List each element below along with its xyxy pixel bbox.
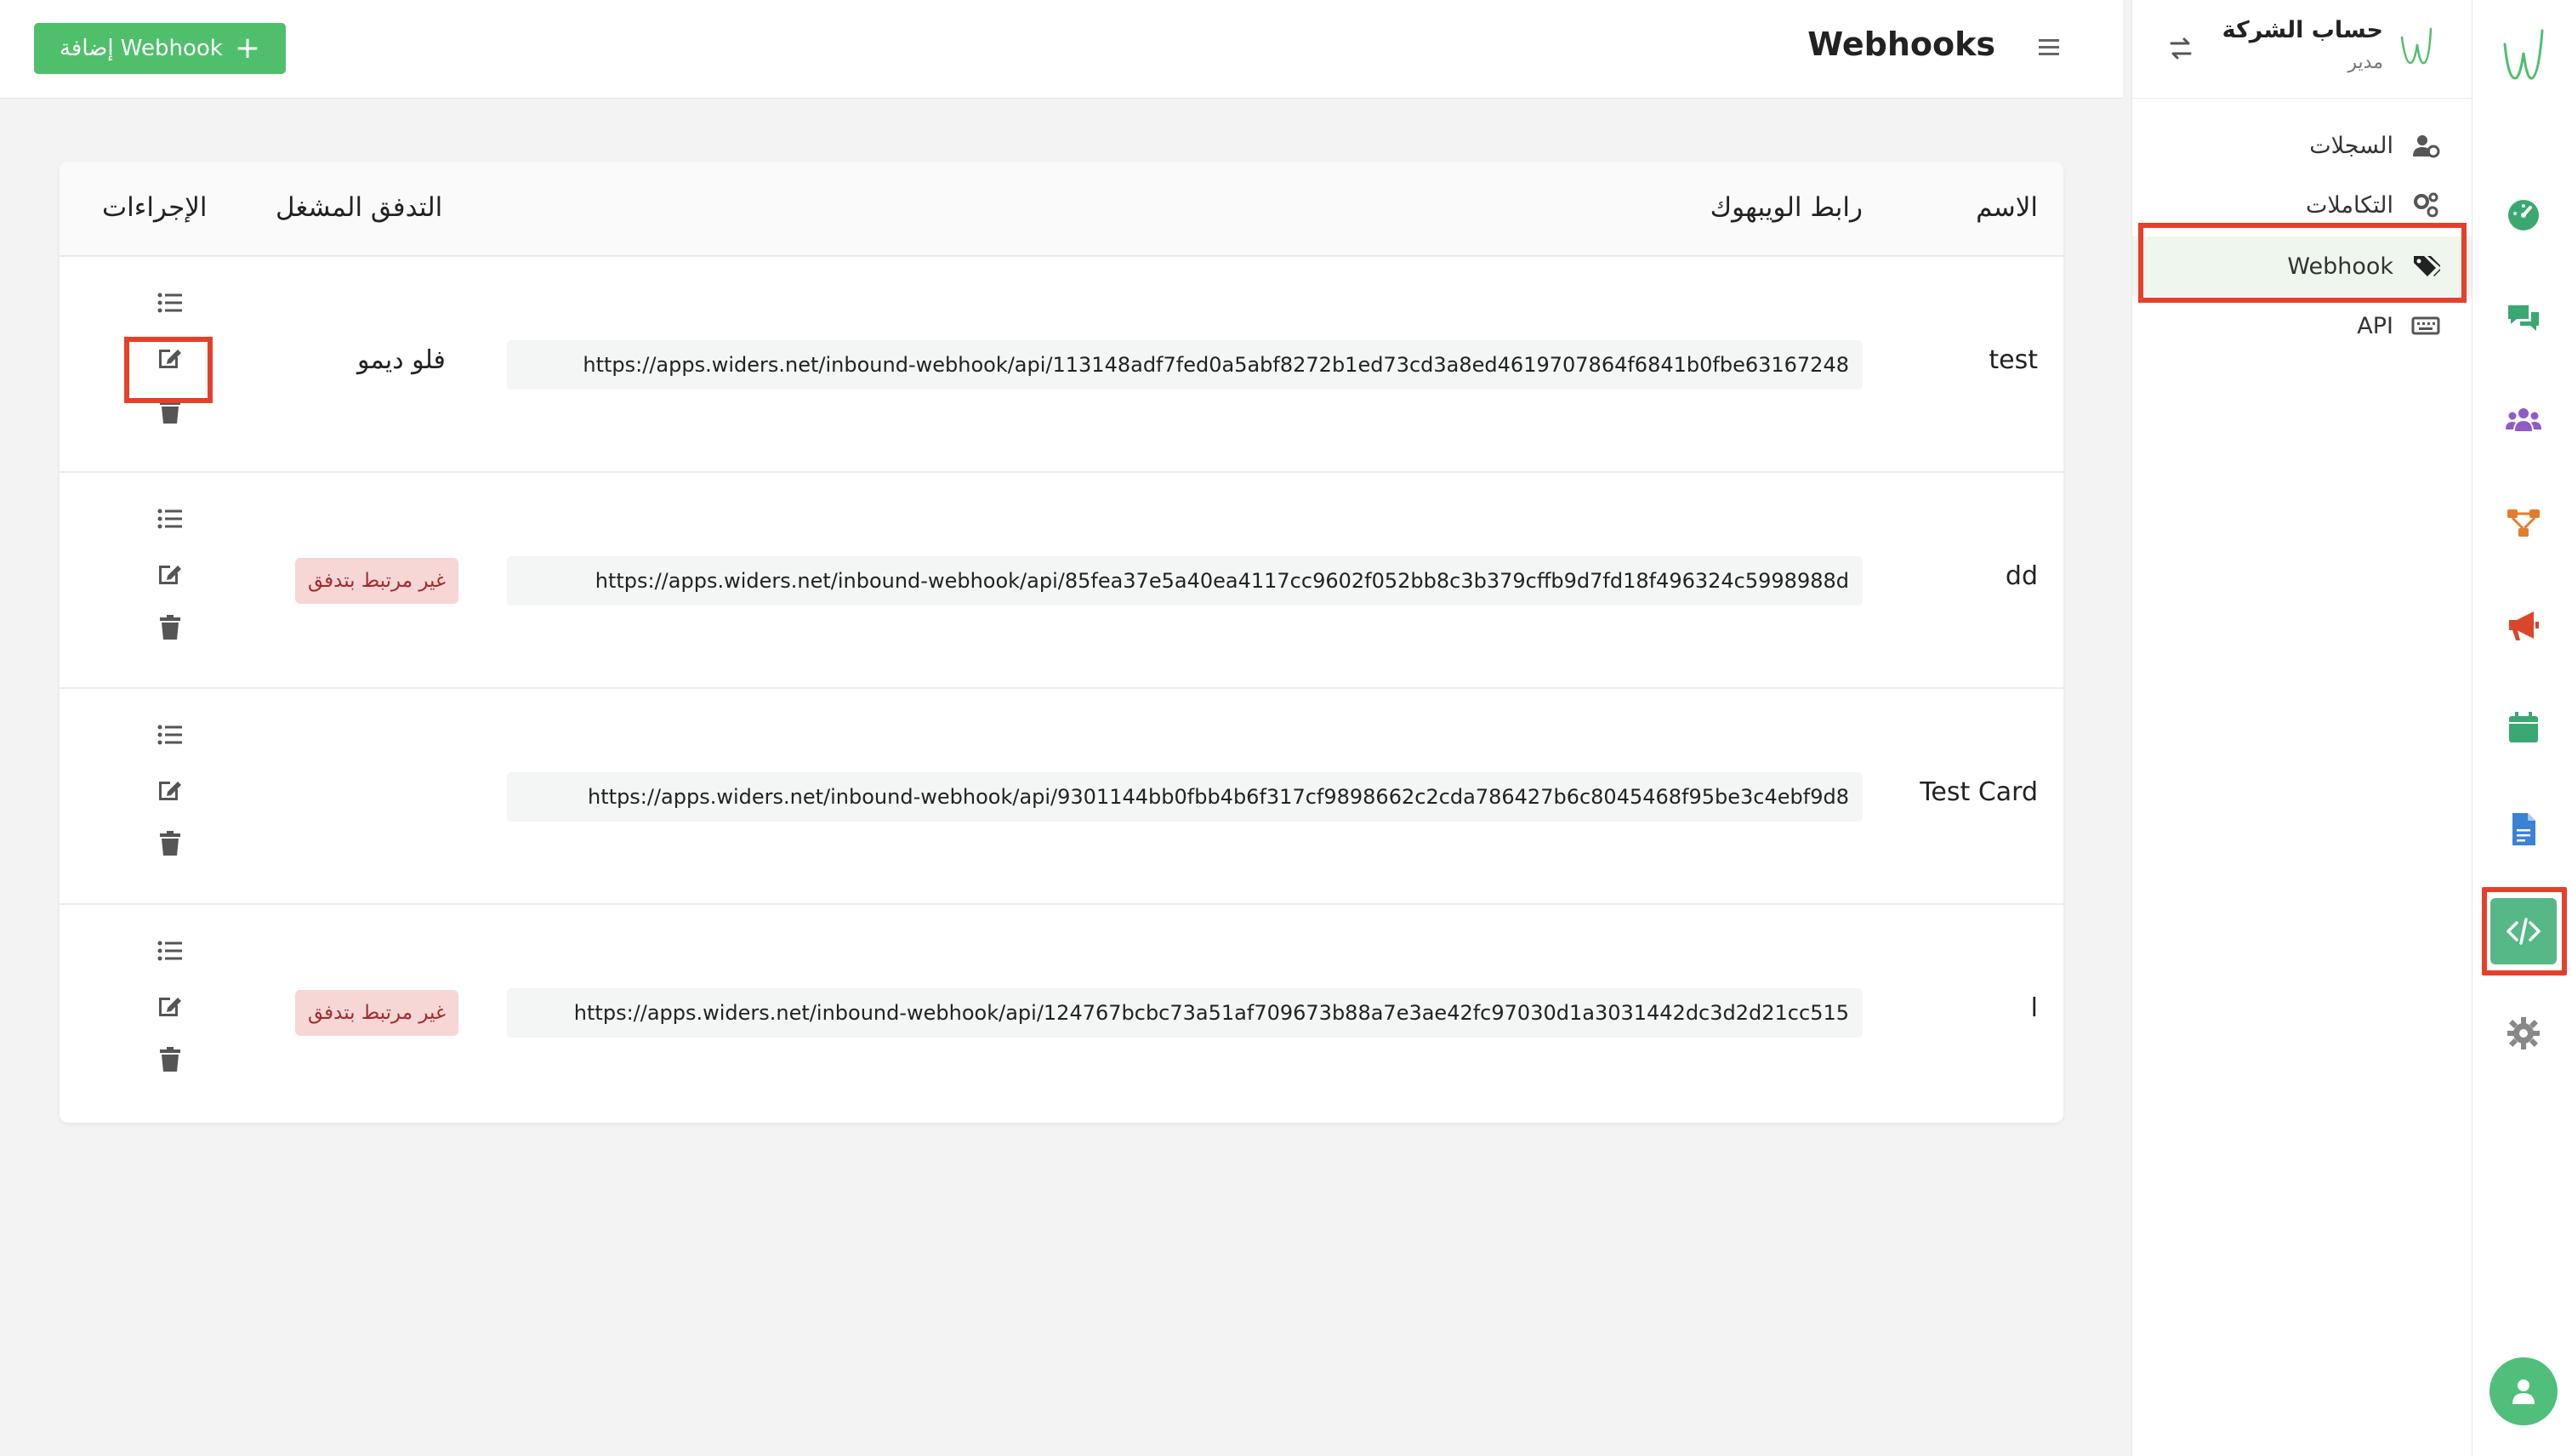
edit-icon[interactable] bbox=[150, 985, 191, 1026]
sidebar-item-integrations[interactable]: التكاملات bbox=[2132, 175, 2472, 235]
keyboard-icon bbox=[2410, 310, 2441, 341]
top-bar: إضافة Webhook + Webhooks bbox=[0, 0, 2123, 99]
trash-icon[interactable] bbox=[150, 823, 191, 864]
settings-menu: السجلات التكاملات Webhook API bbox=[2132, 116, 2472, 355]
user-icon bbox=[2512, 1379, 2535, 1404]
header-flow: التدفق المشغل bbox=[276, 192, 443, 223]
main-nav-rail bbox=[2472, 0, 2572, 1456]
logs-list-icon[interactable] bbox=[150, 930, 191, 971]
app-logo-icon bbox=[2503, 29, 2544, 80]
webhook-url[interactable]: https://apps.widers.net/inbound-webhook/… bbox=[507, 988, 1863, 1038]
code-icon bbox=[2507, 918, 2541, 945]
cogs-icon bbox=[2410, 190, 2441, 220]
hamburger-menu-icon[interactable] bbox=[2034, 32, 2063, 61]
company-name: حساب الشركة bbox=[2222, 17, 2383, 43]
add-webhook-label: إضافة Webhook bbox=[59, 36, 223, 61]
webhook-name: Test Card bbox=[1920, 777, 2038, 807]
rail-chat[interactable] bbox=[2490, 286, 2557, 352]
webhook-name: dd bbox=[2005, 561, 2038, 591]
tags-icon bbox=[2410, 251, 2441, 282]
company-logo-icon bbox=[2400, 27, 2433, 65]
logs-list-icon[interactable] bbox=[150, 282, 191, 323]
user-cog-icon bbox=[2410, 130, 2441, 161]
status-badge: غير مرتبط بتدفق bbox=[295, 990, 458, 1036]
trash-icon[interactable] bbox=[150, 391, 191, 432]
webhook-name: test bbox=[1989, 345, 2038, 375]
avatar[interactable] bbox=[2489, 1357, 2558, 1425]
sidebar-item-api[interactable]: API bbox=[2132, 296, 2472, 355]
gear-icon bbox=[2507, 1017, 2540, 1049]
rail-developer[interactable] bbox=[2490, 898, 2557, 964]
table-row: l https://apps.widers.net/inbound-webhoo… bbox=[60, 905, 2063, 1121]
settings-sidebar: حساب الشركة مدير السجلات التكاملات Webho… bbox=[2131, 0, 2472, 1456]
sidebar-item-label: API bbox=[2357, 312, 2393, 339]
rail-calendar[interactable] bbox=[2490, 694, 2557, 760]
webhook-name: l bbox=[2030, 993, 2038, 1023]
header-url: رابط الويبهوك bbox=[1710, 192, 1863, 223]
rail-dashboard[interactable] bbox=[2490, 182, 2557, 248]
webhook-url[interactable]: https://apps.widers.net/inbound-webhook/… bbox=[507, 772, 1863, 822]
trash-icon[interactable] bbox=[150, 607, 191, 648]
flow-name: فلو ديمو bbox=[357, 345, 446, 375]
rail-flows[interactable] bbox=[2490, 490, 2557, 556]
sidebar-item-logs[interactable]: السجلات bbox=[2132, 116, 2472, 175]
webhook-url[interactable]: https://apps.widers.net/inbound-webhook/… bbox=[507, 340, 1863, 390]
header-actions: الإجراءات bbox=[102, 192, 208, 223]
rail-documents[interactable] bbox=[2490, 796, 2557, 862]
header-name: الاسم bbox=[1976, 192, 2038, 223]
logs-list-icon[interactable] bbox=[150, 498, 191, 539]
chat-icon bbox=[2508, 305, 2539, 331]
account-header: حساب الشركة مدير bbox=[2132, 0, 2472, 99]
sidebar-item-label: التكاملات bbox=[2305, 191, 2393, 219]
sidebar-item-label: السجلات bbox=[2309, 132, 2393, 159]
table-header: الاسم رابط الويبهوك التدفق المشغل الإجرا… bbox=[60, 162, 2063, 257]
company-info: حساب الشركة مدير bbox=[2222, 17, 2383, 73]
table-row: test https://apps.widers.net/inbound-web… bbox=[60, 257, 2063, 473]
status-badge: غير مرتبط بتدفق bbox=[295, 558, 458, 604]
document-icon bbox=[2512, 813, 2535, 845]
megaphone-icon bbox=[2509, 611, 2539, 640]
rail-campaigns[interactable] bbox=[2490, 592, 2557, 658]
sidebar-item-label: Webhook bbox=[2287, 253, 2393, 280]
rail-contacts[interactable] bbox=[2490, 388, 2557, 454]
users-icon bbox=[2506, 408, 2541, 431]
trash-icon[interactable] bbox=[150, 1039, 191, 1080]
webhooks-table: الاسم رابط الويبهوك التدفق المشغل الإجرا… bbox=[60, 162, 2063, 1123]
company-role: مدير bbox=[2347, 52, 2383, 73]
flow-icon bbox=[2507, 509, 2540, 537]
webhook-url[interactable]: https://apps.widers.net/inbound-webhook/… bbox=[507, 556, 1863, 606]
table-row: Test Card https://apps.widers.net/inboun… bbox=[60, 689, 2063, 905]
edit-icon[interactable] bbox=[150, 769, 191, 810]
dashboard-icon bbox=[2508, 200, 2539, 230]
table-row: dd https://apps.widers.net/inbound-webho… bbox=[60, 473, 2063, 689]
plus-icon: + bbox=[234, 31, 261, 65]
edit-icon[interactable] bbox=[150, 553, 191, 594]
calendar-icon bbox=[2509, 712, 2538, 742]
add-webhook-button[interactable]: إضافة Webhook + bbox=[34, 23, 286, 74]
rail-settings[interactable] bbox=[2490, 1000, 2557, 1066]
edit-icon[interactable] bbox=[150, 337, 191, 378]
logs-list-icon[interactable] bbox=[150, 714, 191, 755]
page-title: Webhooks bbox=[1807, 26, 1995, 63]
switch-account-icon[interactable] bbox=[2166, 34, 2195, 63]
sidebar-item-webhook[interactable]: Webhook bbox=[2132, 236, 2472, 296]
